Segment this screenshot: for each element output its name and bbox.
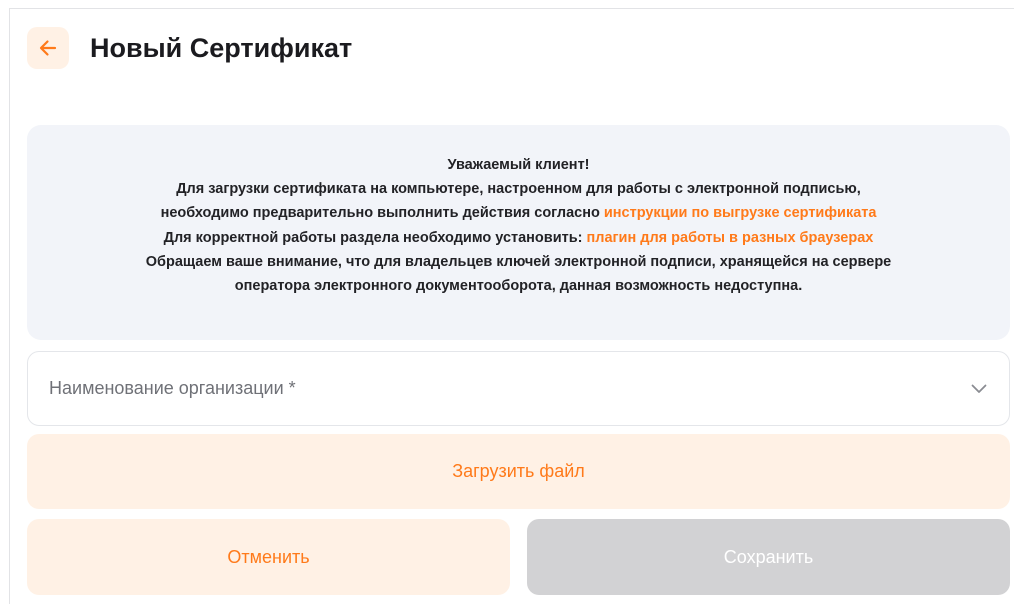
upload-file-button[interactable]: Загрузить файл bbox=[27, 434, 1010, 509]
organization-select[interactable]: Наименование организации * bbox=[27, 351, 1010, 426]
notice-line-4: Обращаем ваше внимание, что для владельц… bbox=[145, 253, 892, 270]
page-title: Новый Сертификат bbox=[90, 33, 353, 63]
notice-line-3: Для корректной работы раздела необходимо… bbox=[27, 226, 1010, 250]
chevron-down-icon bbox=[971, 384, 987, 394]
notice-line-1: Для загрузки сертификата на компьютере, … bbox=[176, 181, 861, 198]
notice-line-3-text: Для корректной работы раздела необходимо… bbox=[163, 229, 587, 246]
browser-plugin-link[interactable]: плагин для работы в разных браузерах bbox=[586, 230, 873, 246]
notice-line-5: оператора электронного документооборота,… bbox=[234, 278, 803, 295]
window-top-border bbox=[10, 8, 1014, 9]
save-button[interactable]: Сохранить bbox=[527, 519, 1010, 595]
certificate-export-instructions-link[interactable]: инструкции по выгрузке сертификата bbox=[604, 205, 877, 221]
notice-greeting: Уважаемый клиент! bbox=[447, 157, 590, 173]
notice-line-2-text: необходимо предварительно выполнить дейс… bbox=[160, 205, 604, 222]
notice-line-2: необходимо предварительно выполнить дейс… bbox=[27, 201, 1010, 225]
arrow-left-icon bbox=[38, 38, 58, 58]
back-button[interactable] bbox=[27, 27, 69, 69]
info-notice: Уважаемый клиент! Для загрузки сертифика… bbox=[27, 125, 1010, 340]
cancel-button[interactable]: Отменить bbox=[27, 519, 510, 595]
window-left-border bbox=[9, 8, 10, 604]
organization-select-placeholder: Наименование организации * bbox=[49, 378, 296, 398]
